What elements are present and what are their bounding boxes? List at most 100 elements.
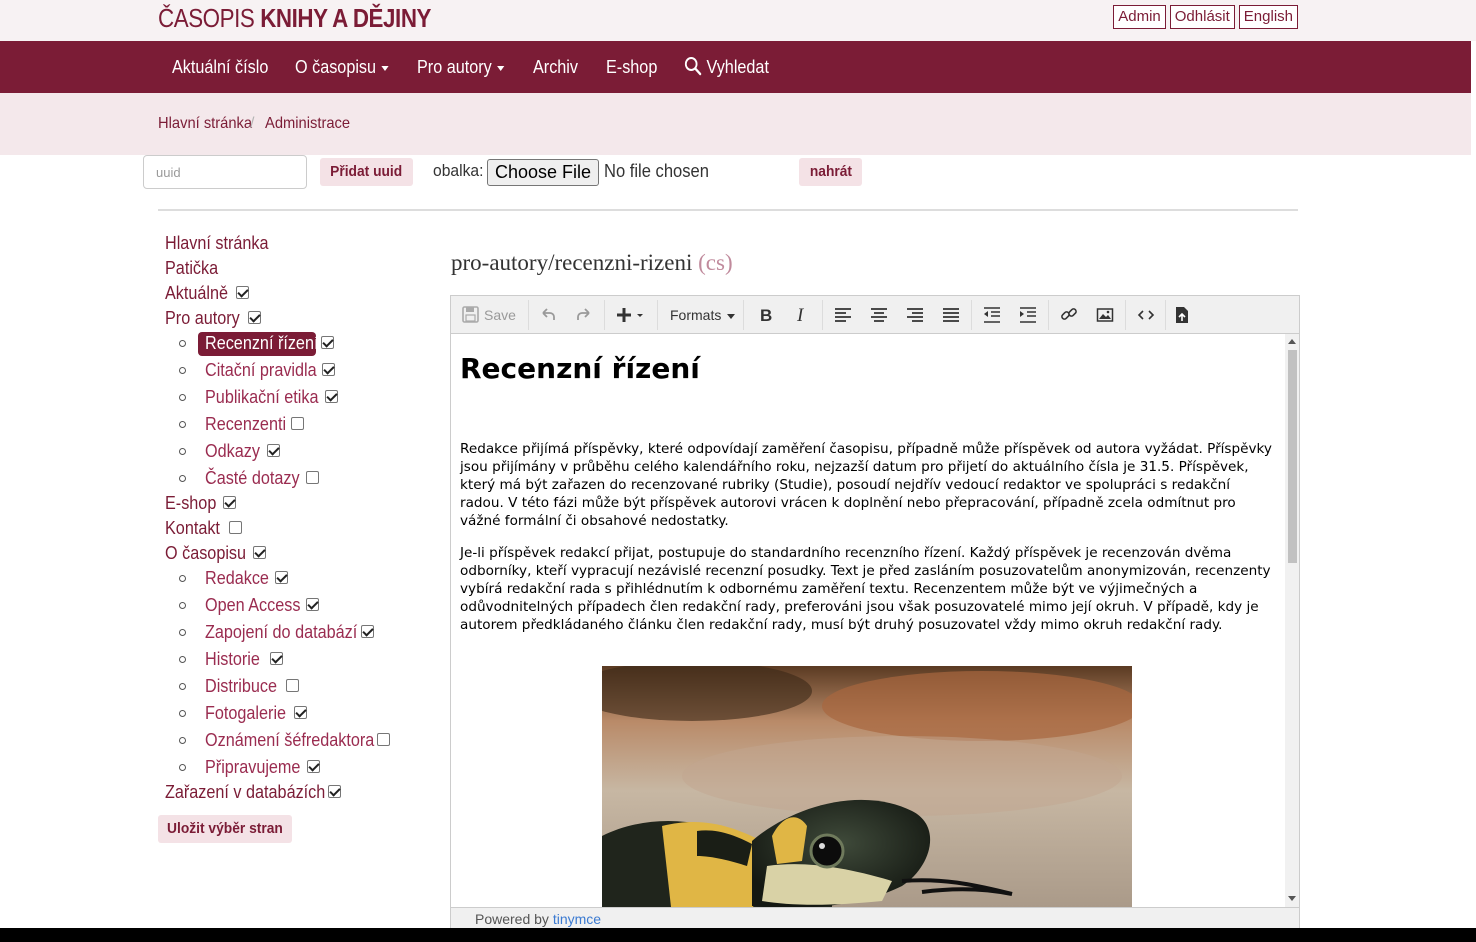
editor-content[interactable]: Recenzní řízení Redakce přijímá příspěvk… (451, 334, 1285, 907)
outdent-button[interactable] (983, 302, 1001, 328)
nav-item-about-journal[interactable]: O časopisu (295, 41, 389, 93)
checkbox-history[interactable] (270, 652, 283, 665)
checkbox-eshop[interactable] (223, 496, 236, 509)
checkbox-editorial[interactable] (275, 571, 288, 584)
align-right-button[interactable] (906, 302, 924, 328)
upload-file-button[interactable] (1173, 302, 1191, 328)
bold-button[interactable]: B (757, 302, 775, 328)
sidebar-item-faq[interactable]: Časté dotazy (205, 468, 310, 489)
checkbox-reviewers[interactable] (291, 417, 304, 430)
sidebar-item-open-access[interactable]: Open Access (205, 595, 311, 616)
main-nav: Aktuální číslo O časopisu Pro autory Arc… (0, 41, 1471, 93)
snake-photo[interactable] (602, 666, 1132, 907)
sidebar-item-for-authors[interactable]: Pro autory (165, 308, 248, 329)
uuid-input[interactable] (143, 155, 307, 189)
save-pages-button[interactable]: Uložit výběr stran (158, 815, 292, 843)
sidebar-item-review-process[interactable]: Recenzní řízení (205, 333, 331, 354)
nav-label: Vyhledat (706, 57, 769, 77)
checkbox-upcoming[interactable] (307, 760, 320, 773)
site-logo[interactable]: ČASOPIS KNIHY A DĚJINY (158, 3, 431, 34)
choose-file-button[interactable]: Choose File (487, 159, 599, 186)
sidebar-item-news[interactable]: Aktuálně (165, 283, 235, 304)
toolbar-separator (528, 300, 529, 330)
svg-text:B: B (760, 306, 772, 325)
checkbox-editor-announcement[interactable] (377, 733, 390, 746)
sidebar-item-citation-rules[interactable]: Citační pravidla (205, 360, 329, 381)
checkbox-links[interactable] (267, 444, 280, 457)
nav-item-eshop[interactable]: E-shop (606, 41, 657, 93)
sidebar-item-history[interactable]: Historie (205, 649, 266, 670)
bullet (179, 683, 186, 690)
undo-button[interactable] (539, 302, 557, 328)
insert-button[interactable] (616, 302, 648, 328)
sidebar-item-database-listing[interactable]: Zařazení v databázích (165, 782, 343, 803)
redo-icon (577, 308, 590, 320)
sidebar-item-home[interactable]: Hlavní stránka (165, 233, 280, 254)
page-path: pro-autory/recenzni-rizeni (451, 250, 693, 275)
sidebar-item-label: Fotogalerie (205, 703, 287, 723)
align-center-button[interactable] (870, 302, 888, 328)
formats-dropdown[interactable]: Formats (670, 302, 736, 328)
breadcrumb-admin[interactable]: Administrace (265, 115, 350, 133)
sidebar-item-publication-ethics[interactable]: Publikační etika (205, 387, 331, 408)
english-link[interactable]: English (1238, 5, 1298, 29)
checkbox-database-inclusion[interactable] (361, 625, 374, 638)
scroll-up-icon[interactable] (1288, 339, 1296, 344)
sidebar-item-editorial[interactable]: Redakce (205, 568, 276, 589)
page-lang: (cs) (698, 250, 733, 275)
bold-icon: B (760, 306, 772, 325)
tinymce-link[interactable]: tinymce (553, 911, 601, 927)
checkbox-citation-rules[interactable] (322, 363, 335, 376)
nav-item-search[interactable]: Vyhledat (684, 41, 769, 93)
italic-button[interactable]: I (793, 302, 811, 328)
sidebar-item-label: Patička (165, 258, 219, 278)
sidebar-item-editor-announcement[interactable]: Oznámení šéfredaktora (205, 730, 393, 751)
nav-item-current-issue[interactable]: Aktuální číslo (172, 41, 268, 93)
breadcrumb-home[interactable]: Hlavní stránka (158, 115, 252, 133)
sidebar-item-links[interactable]: Odkazy (205, 441, 266, 462)
powered-by: Powered by tinymce (475, 911, 601, 927)
sidebar-item-reviewers[interactable]: Recenzenti (205, 414, 295, 435)
checkbox-about-journal[interactable] (253, 546, 266, 559)
formats-label: Formats (670, 307, 722, 323)
sidebar-item-contact[interactable]: Kontakt (165, 518, 226, 539)
content-paragraph: Redakce přijímá příspěvky, které odpovíd… (460, 441, 1272, 529)
checkbox-contact[interactable] (229, 521, 242, 534)
indent-button[interactable] (1019, 302, 1037, 328)
sidebar-item-database-inclusion[interactable]: Zapojení do databází (205, 622, 374, 643)
upload-button[interactable]: nahrát (799, 158, 862, 186)
sidebar-item-upcoming[interactable]: Připravujeme (205, 757, 311, 778)
checkbox-publication-ethics[interactable] (325, 390, 338, 403)
logout-link[interactable]: Odhlásit (1169, 5, 1235, 29)
redo-button[interactable] (575, 302, 593, 328)
sidebar-item-eshop[interactable]: E-shop (165, 493, 222, 514)
nav-item-for-authors[interactable]: Pro autory (417, 41, 505, 93)
caret-down-icon (497, 65, 505, 71)
checkbox-open-access[interactable] (306, 598, 319, 611)
nav-item-archive[interactable]: Archiv (533, 41, 578, 93)
scroll-thumb[interactable] (1288, 350, 1297, 563)
justify-button[interactable] (942, 302, 960, 328)
sidebar-item-photo-gallery[interactable]: Fotogalerie (205, 703, 295, 724)
editor-scrollbar[interactable] (1285, 334, 1299, 907)
sidebar-item-about-journal[interactable]: O časopisu (165, 543, 255, 564)
toolbar-separator (822, 300, 823, 330)
checkbox-news[interactable] (236, 286, 249, 299)
admin-link[interactable]: Admin (1113, 5, 1166, 29)
checkbox-database-listing[interactable] (328, 785, 341, 798)
scroll-down-icon[interactable] (1288, 896, 1296, 901)
checkbox-review-process[interactable] (321, 336, 334, 349)
add-uuid-button[interactable]: Přidat uuid (320, 158, 413, 186)
checkbox-distribution[interactable] (286, 679, 299, 692)
checkbox-for-authors[interactable] (248, 311, 261, 324)
sidebar-item-distribution[interactable]: Distribuce (205, 676, 285, 697)
link-button[interactable] (1060, 302, 1078, 328)
image-button[interactable] (1096, 302, 1114, 328)
checkbox-photo-gallery[interactable] (294, 706, 307, 719)
sidebar-item-footer[interactable]: Patička (165, 258, 224, 279)
toolbar-separator (1165, 300, 1166, 330)
align-left-button[interactable] (834, 302, 852, 328)
checkbox-faq[interactable] (306, 471, 319, 484)
source-code-button[interactable] (1137, 302, 1155, 328)
no-file-text: No file chosen (604, 161, 709, 181)
